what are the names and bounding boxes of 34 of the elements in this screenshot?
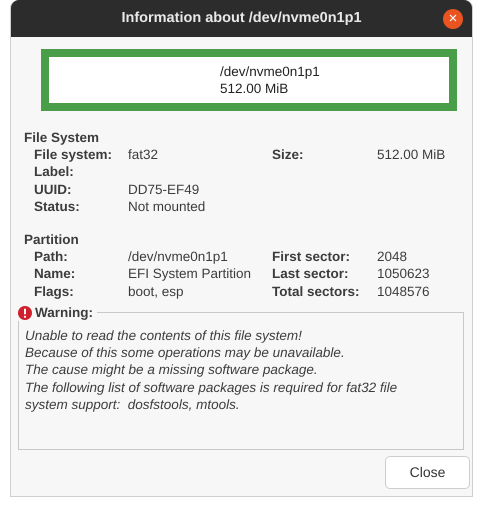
field-label: Status:	[34, 198, 80, 214]
warning-text: system support: dosfstools, mtools.	[25, 396, 240, 412]
partition-label: 512.00 MiB	[220, 80, 288, 97]
field-label: File system:	[34, 147, 112, 162]
partition-label: /dev/nvme0n1p1	[220, 63, 320, 80]
field-label: Size:	[272, 147, 304, 162]
section-heading: File System	[24, 129, 100, 146]
warning-text: The cause might be a missing software package.	[25, 362, 318, 378]
field-value: 512.00 MiB	[377, 147, 446, 162]
field-value: Not mounted	[128, 198, 206, 214]
close-button[interactable]: ×	[443, 9, 463, 29]
field-value: /dev/nvme0n1p1	[128, 249, 228, 264]
field-value: EFI System Partition	[128, 266, 252, 282]
field-label: UUID:	[34, 182, 72, 197]
field-label: Last sector:	[272, 266, 349, 282]
warning-text: Unable to read the contents of this file system!	[25, 328, 302, 344]
close-button[interactable]: Close	[385, 456, 470, 490]
field-label: Name:	[34, 266, 76, 282]
field-value: 1048576	[377, 284, 430, 299]
field-label: Flags:	[34, 284, 74, 299]
warning-title: Warning:	[35, 304, 93, 322]
field-value: 2048	[377, 249, 408, 264]
section-heading: Partition	[24, 231, 79, 248]
window-title: Information about /dev/nvme0n1p1	[121, 8, 362, 28]
field-label: Label:	[34, 164, 74, 180]
field-label: Path:	[34, 249, 68, 264]
field-label: Total sectors:	[272, 284, 360, 299]
field-value: boot, esp	[128, 284, 184, 299]
field-value: 1050623	[377, 266, 430, 282]
field-value: fat32	[128, 147, 158, 162]
warning-text: Because of this some operations may be unavailable.	[25, 345, 345, 360]
field-label: First sector:	[272, 249, 350, 264]
field-value: DD75-EF49	[128, 182, 200, 197]
warning-text: The following list of software packages is required for fat32 file	[25, 380, 398, 395]
